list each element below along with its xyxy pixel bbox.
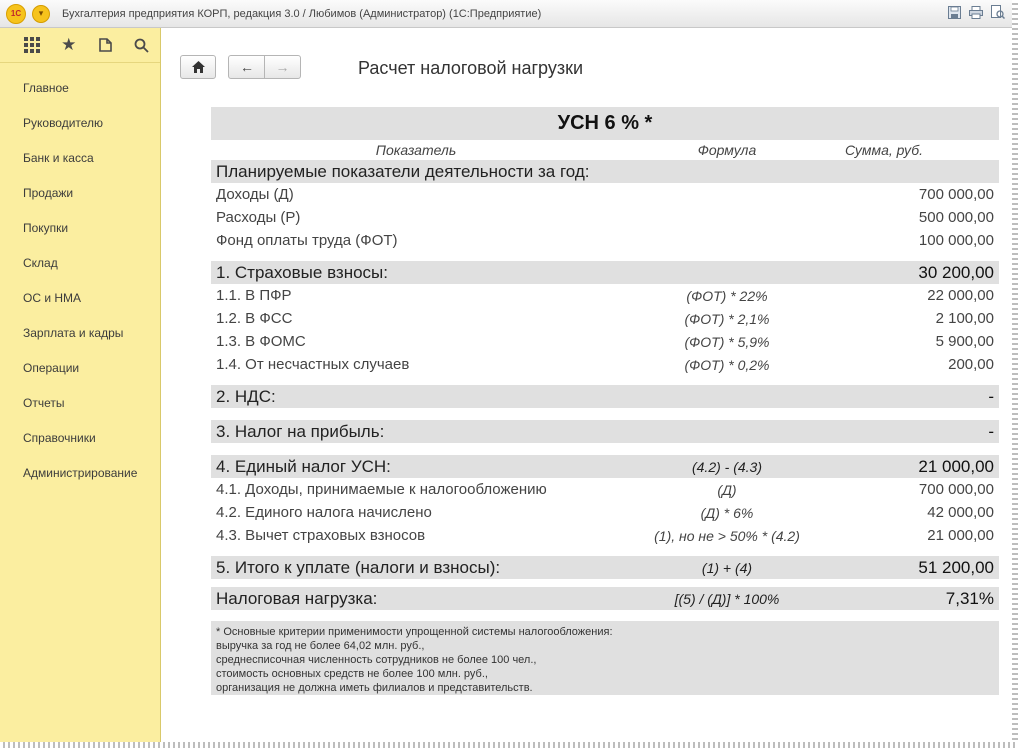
titlebar-tools — [946, 4, 1006, 20]
table-row: 1.4. От несчастных случаев (ФОТ) * 0,2% … — [211, 353, 999, 376]
sidebar-item-salary[interactable]: Зарплата и кадры — [0, 316, 160, 351]
home-button[interactable] — [180, 55, 216, 79]
row-formula: (ФОТ) * 2,1% — [684, 310, 770, 327]
content-area: ← → Расчет налоговой нагрузки УСН 6 % * … — [161, 28, 1012, 742]
sidebar-item-fixed-assets[interactable]: ОС и НМА — [0, 281, 160, 316]
section-sum: - — [988, 386, 994, 406]
header-sum: Сумма, руб. — [844, 142, 924, 158]
section-label: 3. Налог на прибыль: — [216, 421, 385, 441]
back-button[interactable]: ← — [228, 55, 266, 79]
sidebar-toolbar: ★ — [0, 28, 160, 63]
favorites-star-icon[interactable]: ★ — [51, 31, 88, 59]
preview-icon[interactable] — [990, 4, 1006, 20]
window-edge-bottom — [0, 742, 1018, 748]
section-label: Планируемые показатели деятельности за г… — [216, 161, 590, 181]
search-icon[interactable] — [124, 31, 161, 59]
table-row: 4.3. Вычет страховых взносов (1), но не … — [211, 524, 999, 547]
arrow-right-icon: → — [275, 59, 290, 75]
row-label: Доходы (Д) — [216, 186, 294, 203]
section-formula: [(5) / (Д)] * 100% — [674, 590, 780, 607]
forward-button[interactable]: → — [264, 55, 301, 79]
sidebar-item-reports[interactable]: Отчеты — [0, 386, 160, 421]
window-edge-right — [1012, 0, 1018, 748]
sidebar-item-manager[interactable]: Руководителю — [0, 106, 160, 141]
table-row: 1.2. В ФСС (ФОТ) * 2,1% 2 100,00 — [211, 307, 999, 330]
history-icon[interactable] — [87, 31, 124, 59]
page-title: Расчет налоговой нагрузки — [358, 58, 584, 78]
sidebar-item-main[interactable]: Главное — [0, 71, 160, 106]
footnote-line: стоимость основных средств не более 100 … — [216, 668, 488, 680]
window-title: Бухгалтерия предприятия КОРП, редакция 3… — [62, 7, 542, 20]
app-logo-icon: 1С — [6, 3, 26, 24]
section-tax-burden: Налоговая нагрузка: [(5) / (Д)] * 100% 7… — [211, 587, 999, 610]
table-row: Расходы (Р) 500 000,00 — [211, 206, 999, 229]
sidebar-item-catalogs[interactable]: Справочники — [0, 421, 160, 456]
row-label: Расходы (Р) — [216, 209, 301, 226]
home-icon — [191, 61, 205, 73]
row-sum: 700 000,00 — [918, 186, 994, 203]
section-insurance: 1. Страховые взносы: 30 200,00 — [211, 261, 999, 284]
row-label: Фонд оплаты труда (ФОТ) — [216, 232, 398, 249]
section-sum: - — [988, 421, 994, 441]
row-sum: 100 000,00 — [918, 232, 994, 249]
section-label: 1. Страховые взносы: — [216, 262, 388, 282]
section-total: 5. Итого к уплате (налоги и взносы): (1)… — [211, 556, 999, 579]
section-formula: (1) + (4) — [701, 559, 753, 576]
section-sum: 30 200,00 — [918, 262, 994, 282]
report-title: УСН 6 % * — [211, 107, 999, 140]
sidebar-item-sales[interactable]: Продажи — [0, 176, 160, 211]
sidebar-item-operations[interactable]: Операции — [0, 351, 160, 386]
footnote: * Основные критерии применимости упрощен… — [211, 621, 999, 695]
section-formula: (4.2) - (4.3) — [691, 458, 762, 475]
footnote-line: * Основные критерии применимости упрощен… — [216, 626, 613, 638]
save-icon[interactable] — [946, 4, 962, 20]
footnote-line: среднесписочная численность сотрудников … — [216, 654, 537, 666]
sidebar-item-warehouse[interactable]: Склад — [0, 246, 160, 281]
row-formula: (Д) * 6% — [700, 504, 754, 521]
table-row: 1.3. В ФОМС (ФОТ) * 5,9% 5 900,00 — [211, 330, 999, 353]
header-indicator: Показатель — [375, 142, 457, 158]
print-icon[interactable] — [968, 4, 984, 20]
table-row: Фонд оплаты труда (ФОТ) 100 000,00 — [211, 229, 999, 252]
tax-burden-report: УСН 6 % * Показатель Формула Сумма, руб.… — [211, 107, 999, 695]
section-planned: Планируемые показатели деятельности за г… — [211, 160, 999, 183]
section-profit-tax: 3. Налог на прибыль: - — [211, 420, 999, 443]
row-formula: (1), но не > 50% * (4.2) — [654, 527, 800, 544]
row-formula: (Д) — [717, 481, 737, 498]
sections-sidebar: ★ Главное Руководителю Банк и касса Прод… — [0, 28, 161, 742]
row-formula: (ФОТ) * 5,9% — [684, 333, 770, 350]
row-sum: 500 000,00 — [918, 209, 994, 226]
sidebar-item-bank[interactable]: Банк и касса — [0, 141, 160, 176]
report-header-row: Показатель Формула Сумма, руб. — [211, 140, 999, 160]
section-usn: 4. Единый налог УСН: (4.2) - (4.3) 21 00… — [211, 455, 999, 478]
row-formula: (ФОТ) * 22% — [686, 287, 768, 304]
table-row: 1.1. В ПФР (ФОТ) * 22% 22 000,00 — [211, 284, 999, 307]
table-row: Доходы (Д) 700 000,00 — [211, 183, 999, 206]
footnote-line: выручка за год не более 64,02 млн. руб., — [216, 640, 425, 652]
all-functions-grid-icon[interactable] — [14, 31, 51, 59]
section-vat: 2. НДС: - — [211, 385, 999, 408]
arrow-left-icon: ← — [240, 59, 254, 75]
row-formula: (ФОТ) * 0,2% — [684, 356, 770, 373]
main-menu-icon[interactable]: ▾ — [32, 4, 50, 23]
sidebar-item-purchases[interactable]: Покупки — [0, 211, 160, 246]
table-row: 4.2. Единого налога начислено (Д) * 6% 4… — [211, 501, 999, 524]
footnote-line: организация не должна иметь филиалов и п… — [216, 682, 533, 694]
report-title-text: УСН 6 % * — [557, 112, 653, 134]
sidebar-item-admin[interactable]: Администрирование — [0, 456, 160, 491]
window-titlebar: 1С ▾ Бухгалтерия предприятия КОРП, редак… — [0, 0, 1012, 28]
section-label: 2. НДС: — [216, 386, 276, 406]
table-row: 4.1. Доходы, принимаемые к налогообложен… — [211, 478, 999, 501]
